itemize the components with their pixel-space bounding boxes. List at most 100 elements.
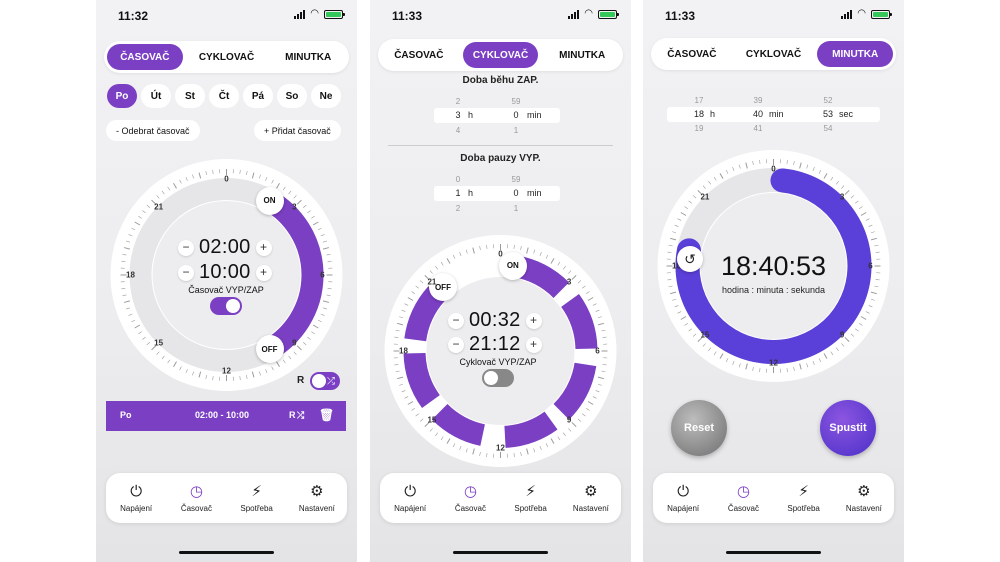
off-handle[interactable]: OFF [255,335,284,364]
schedule-day: Po [120,410,132,420]
phone-cycler-screen: 11:33 ◠ ČASOVAČ CYKLOVAČ MINUTKA Doba bě… [370,0,631,562]
status-time: 11:32 [118,9,149,23]
home-indicator [179,551,274,554]
wifi-icon: ◠ [310,8,319,19]
dial-hour-label: 3 [292,202,297,212]
tab-timer[interactable]: ČASOVAČ [381,42,457,68]
nav-timer[interactable]: ◷ Časovač [440,473,500,523]
status-time: 11:33 [392,9,423,23]
nav-power[interactable]: ⏻ Napájení [106,473,166,523]
phone-countdown-screen: 11:33 ◠ ČASOVAČ CYKLOVAČ MINUTKA 17 18 1… [643,0,904,562]
wifi-icon: ◠ [584,8,593,19]
on-time-plus-button[interactable]: + [525,312,542,329]
mode-tabs: ČASOVAČ CYKLOVAČ MINUTKA [378,39,623,71]
bottom-nav: ⏻ Napájení ◷ Časovač ⚡ Spotřeba ⚙ Nastavení [380,473,621,523]
random-toggle[interactable]: ⤮ [310,372,340,390]
dial-hour-label: 0 [771,164,776,174]
off-time-minus-button[interactable]: − [178,264,194,281]
dial-hour-label: 21 [427,277,437,287]
day-st[interactable]: St [175,84,205,108]
tab-cycler[interactable]: CYKLOVAČ [462,42,539,68]
countdown-minutes-value: 40 [752,109,764,119]
nav-consumption[interactable]: ⚡ Spotřeba [501,473,561,523]
power-icon: ⏻ [677,482,690,500]
shuffle-icon: ⤮ [327,375,335,387]
start-button[interactable]: Spustit [820,400,876,456]
nav-timer[interactable]: ◷ Časovač [713,473,773,523]
tab-countdown[interactable]: MINUTKA [544,42,620,68]
bottom-nav: ⏻ Napájení ◷ Časovač ⚡ Spotřeba ⚙ Nastavení [106,473,347,523]
random-label: R [297,375,305,386]
on-time-row: − 00:32 + [448,309,542,332]
dial-hour-label: 0 [224,174,229,184]
remove-timer-button[interactable]: - Odebrat časovač [106,120,200,141]
day-po[interactable]: Po [107,84,137,108]
wifi-icon: ◠ [857,8,866,19]
tab-cycler[interactable]: CYKLOVAČ [736,41,812,67]
on-time-minus-button[interactable]: − [178,239,194,256]
on-time-minus-button[interactable]: − [448,312,464,329]
pause-hours-value: 1 [455,188,461,198]
tab-timer[interactable]: ČASOVAČ [654,41,730,67]
trash-icon[interactable]: 🗑 [319,408,334,422]
day-ct[interactable]: Čt [209,84,239,108]
day-ne[interactable]: Ne [311,84,341,108]
off-time-value: 10:00 [199,261,251,283]
nav-settings[interactable]: ⚙ Nastavení [834,473,894,523]
dial-hour-label: 18 [399,346,408,356]
off-time-plus-button[interactable]: + [525,336,542,353]
pause-duration-title: Doba pauzy VYP. [460,153,541,164]
tab-cycler[interactable]: CYKLOVAČ [189,44,265,70]
status-bar: 11:33 ◠ [643,0,904,30]
off-time-plus-button[interactable]: + [255,264,272,281]
dial-hour-label: 3 [839,192,845,202]
status-time: 11:33 [665,9,696,23]
nav-consumption[interactable]: ⚡ Spotřeba [774,473,834,523]
schedule-entry[interactable]: Po 02:00 - 10:00 R ⤮ 🗑 [106,401,346,431]
clock-icon: ◷ [736,482,750,500]
dial-hour-label: 21 [154,202,164,212]
schedule-random-flag: R [289,410,296,420]
on-handle[interactable]: ON [498,251,527,280]
run-duration-title: Doba běhu ZAP. [462,75,539,86]
dial-hour-label: 21 [700,192,710,202]
day-pa[interactable]: Pá [243,84,273,108]
consumption-icon: ⚡ [251,482,262,500]
nav-settings[interactable]: ⚙ Nastavení [561,473,621,523]
reset-button[interactable]: Reset [671,400,727,456]
status-bar: 11:32 ◠ [96,0,357,30]
dial-hour-label: 15 [427,415,437,425]
battery-icon [871,9,892,19]
nav-power[interactable]: ⏻ Napájení [380,473,440,523]
day-so[interactable]: So [277,84,307,108]
on-handle[interactable]: ON [255,186,284,215]
tab-countdown[interactable]: MINUTKA [270,44,346,70]
timer-toggle-label: Časovač VYP/ZAP [188,285,264,295]
schedule-range: 02:00 - 10:00 [195,410,250,420]
tab-timer[interactable]: ČASOVAČ [107,44,183,70]
off-time-minus-button[interactable]: − [448,336,464,353]
pause-minutes-value: 0 [513,188,519,198]
clock-icon: ◷ [463,482,477,500]
add-timer-button[interactable]: + Přidat časovač [254,120,341,141]
dial-hour-label: 15 [154,338,164,348]
on-time-value: 00:32 [469,309,521,331]
status-icons: ◠ [841,8,892,19]
run-minutes-value: 0 [513,110,519,120]
timer-toggle[interactable] [210,297,242,315]
on-time-plus-button[interactable]: + [255,239,272,256]
nav-settings[interactable]: ⚙ Nastavení [287,473,347,523]
gear-icon: ⚙ [310,482,324,500]
cycler-toggle[interactable] [482,369,514,387]
on-time-value: 02:00 [199,236,251,258]
day-ut[interactable]: Út [141,84,171,108]
dial-hour-label: 6 [320,270,325,280]
nav-timer[interactable]: ◷ Časovač [166,473,226,523]
home-indicator [453,551,548,554]
nav-power[interactable]: ⏻ Napájení [653,473,713,523]
gear-icon: ⚙ [857,482,871,500]
tab-countdown[interactable]: MINUTKA [817,41,894,67]
day-selector: Po Út St Čt Pá So Ne [107,84,341,108]
nav-consumption[interactable]: ⚡ Spotřeba [227,473,287,523]
cycler-toggle-label: Cyklovač VYP/ZAP [459,357,537,367]
